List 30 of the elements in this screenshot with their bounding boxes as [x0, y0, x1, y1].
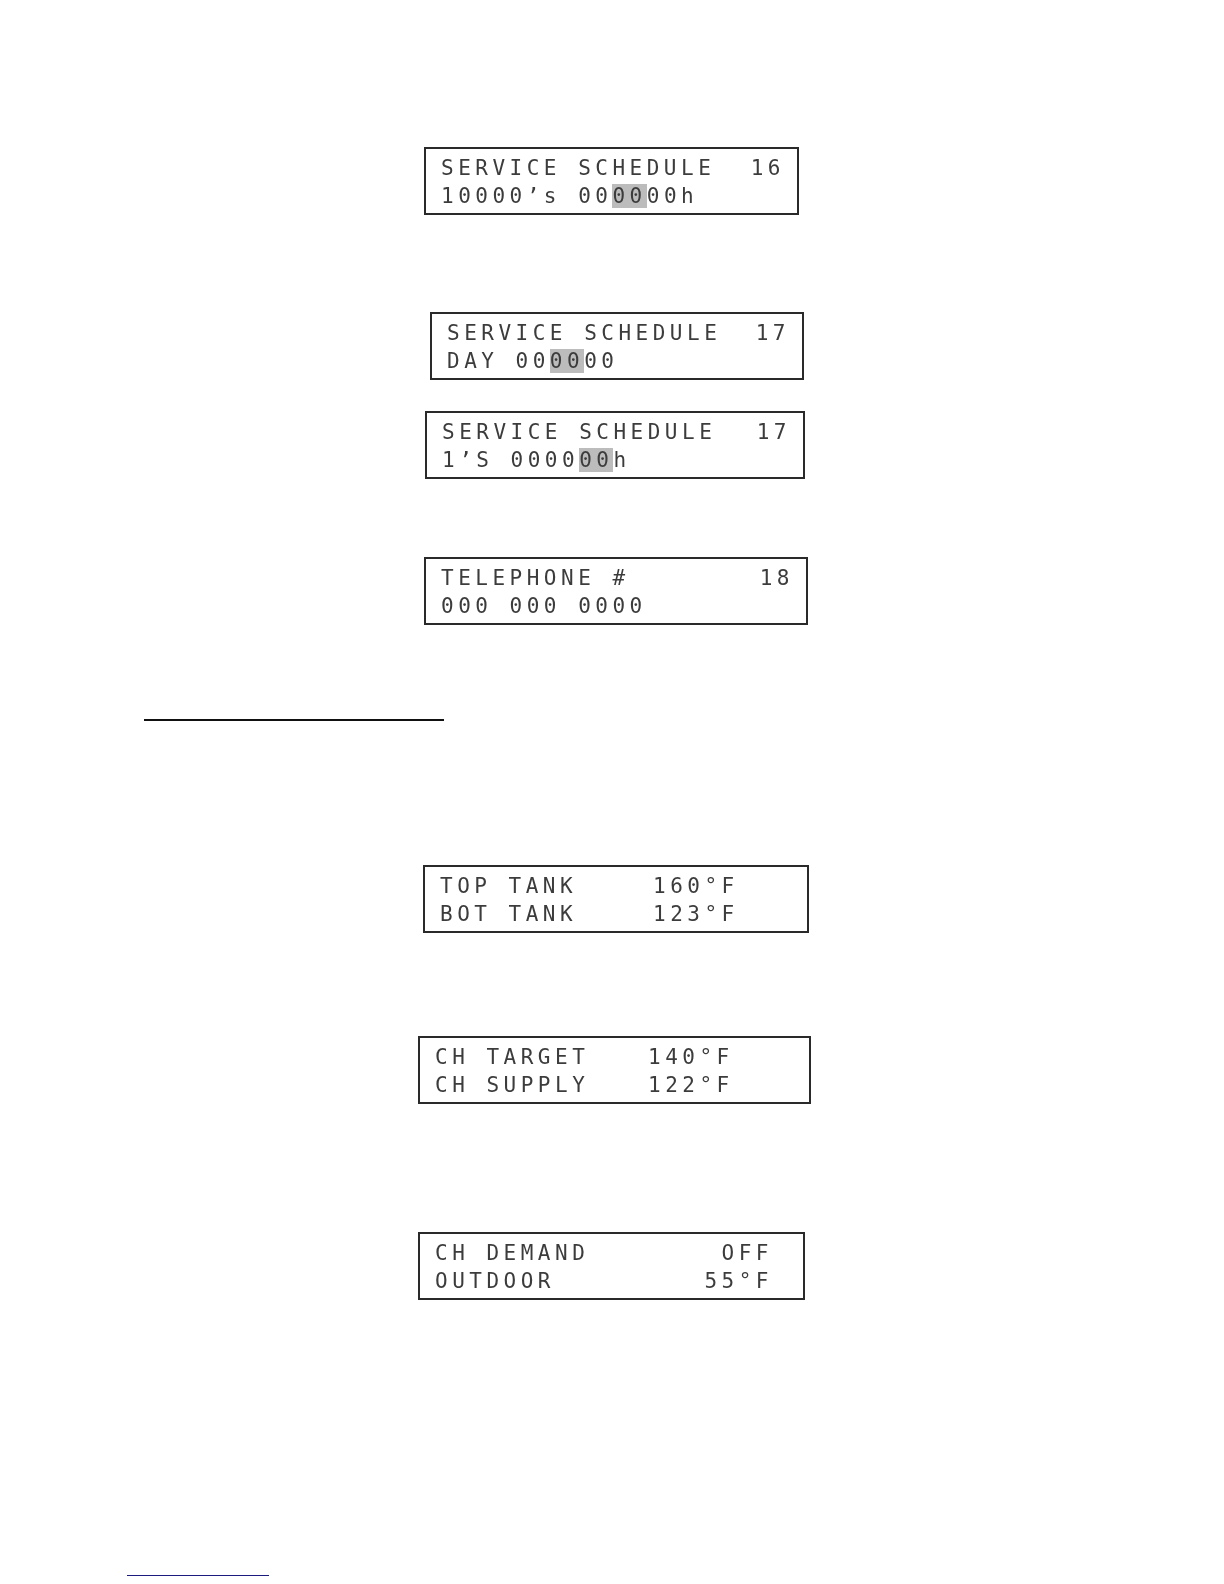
- display-text: 00h: [646, 183, 699, 210]
- display-text: 10000’s 00: [441, 183, 613, 210]
- display-value: OFF: [721, 1240, 773, 1267]
- highlighted-digits: 00: [579, 448, 614, 472]
- display-text: SERVICE SCHEDULE: [442, 419, 717, 446]
- display-text: TOP TANK: [440, 873, 578, 900]
- display-text: 00: [584, 348, 619, 375]
- display-value: 17: [755, 320, 790, 347]
- display-value: 123°F: [653, 901, 739, 928]
- display-text: DAY 00: [447, 348, 550, 375]
- display-text: BOT TANK: [440, 901, 578, 928]
- display-text: CH SUPPLY: [435, 1072, 590, 1099]
- display-text: CH TARGET: [435, 1044, 590, 1071]
- display-value: 140°F: [648, 1044, 734, 1071]
- display-value: 18: [759, 565, 794, 592]
- display-text: 000 000 0000: [441, 593, 647, 620]
- display-text: SERVICE SCHEDULE: [447, 320, 722, 347]
- highlighted-digits: 00: [549, 349, 585, 373]
- display-value: 160°F: [653, 873, 739, 900]
- display-text: CH DEMAND: [435, 1240, 590, 1267]
- display-text: TELEPHONE #: [441, 565, 630, 592]
- display-text: OUTDOOR: [435, 1268, 555, 1295]
- display-value: 17: [756, 419, 791, 446]
- highlighted-digits: 00: [612, 184, 647, 208]
- display-text: h: [613, 447, 631, 474]
- display-value: 16: [750, 155, 785, 182]
- display-value: 55°F: [704, 1268, 773, 1295]
- display-text: SERVICE SCHEDULE: [441, 155, 716, 182]
- display-value: 122°F: [648, 1072, 734, 1099]
- display-text: 1’S 0000: [442, 447, 580, 474]
